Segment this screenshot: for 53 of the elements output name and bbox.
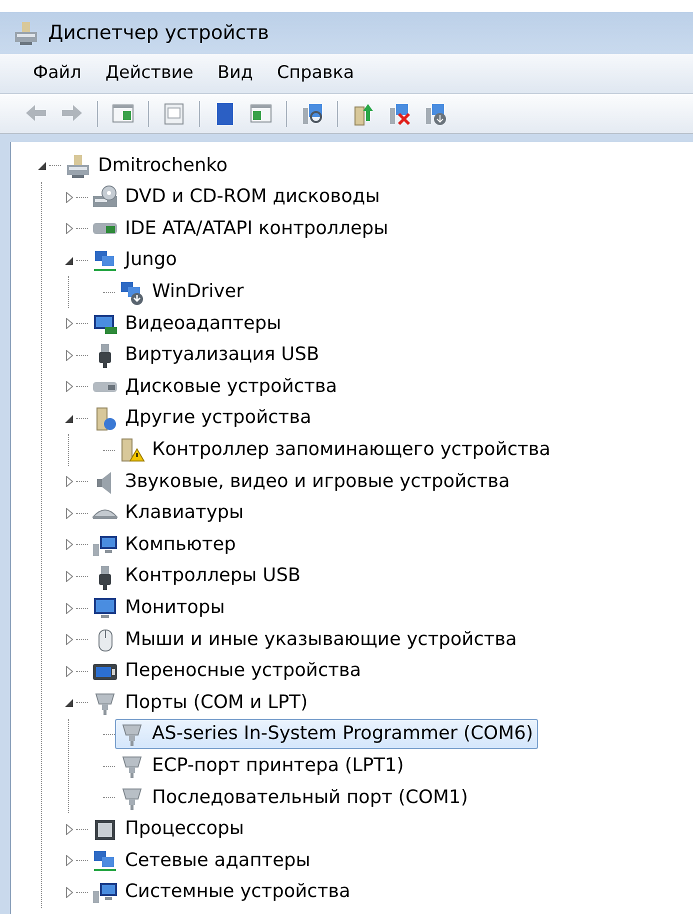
tree-item[interactable]: DVD и CD-ROM дисководы <box>88 182 385 212</box>
expand-arrow-icon[interactable] <box>66 508 72 519</box>
tree-item[interactable]: Системные устройства <box>88 877 356 908</box>
expand-arrow-icon[interactable] <box>66 886 72 898</box>
tree-item[interactable]: AS-series In-System Programmer (COM6) <box>115 719 538 750</box>
expand-arrow-icon[interactable] <box>66 824 72 835</box>
expand-arrow-icon[interactable] <box>66 192 72 203</box>
tree-item[interactable]: Контроллер запоминающего устройства <box>115 435 556 466</box>
tree-item[interactable]: Компьютер <box>88 530 241 560</box>
tree-item[interactable]: Процессоры <box>88 814 249 844</box>
expand-arrow-icon[interactable] <box>66 476 72 488</box>
tree-item[interactable]: Контроллеры USB <box>88 562 306 592</box>
expand-arrow-icon[interactable] <box>66 350 72 361</box>
expand-arrow-icon[interactable] <box>66 381 72 392</box>
tree-item[interactable]: Порты (COM и LPT) <box>88 688 313 718</box>
tree-item[interactable]: Dmitrochenko <box>61 150 233 181</box>
menu-item[interactable]: Вид <box>208 56 262 91</box>
collapse-arrow-icon[interactable] <box>65 256 73 265</box>
collapse-arrow-icon[interactable] <box>65 414 73 423</box>
computer-icon <box>64 152 92 179</box>
tree-item[interactable]: ECP-порт принтера (LPT1) <box>115 751 409 782</box>
tree-item[interactable]: Виртуализация USB <box>88 340 324 370</box>
expand-arrow-icon[interactable] <box>66 634 72 646</box>
tree-item[interactable]: Клавиатуры <box>88 498 249 528</box>
collapse-arrow-icon[interactable] <box>38 162 46 170</box>
collapse-arrow-icon[interactable] <box>65 698 73 707</box>
menu-item[interactable]: Справка <box>268 56 364 91</box>
tree-item[interactable]: Мониторы <box>88 593 230 624</box>
computer-icon <box>12 20 40 46</box>
expand-arrow-icon[interactable] <box>66 666 72 677</box>
menu-item[interactable]: Действие <box>96 56 202 91</box>
tree-item[interactable]: Последовательный порт (COM1) <box>115 782 473 813</box>
tree-item[interactable]: Jungo <box>88 246 182 276</box>
tree-item[interactable]: Сетевые адаптеры <box>88 846 316 876</box>
expand-arrow-icon[interactable] <box>66 602 72 614</box>
window-title: Диспетчер устройств <box>48 20 270 46</box>
expand-arrow-icon[interactable] <box>66 539 72 550</box>
tree-item[interactable]: IDE ATA/ATAPI контроллеры <box>88 214 394 244</box>
tree-item[interactable]: WinDriver <box>115 277 249 308</box>
expand-arrow-icon[interactable] <box>66 223 72 234</box>
expand-arrow-icon[interactable] <box>66 855 72 866</box>
tree-item[interactable]: Видеоадаптеры <box>88 308 286 339</box>
driver-icon <box>118 279 146 306</box>
disk-drive-icon <box>91 380 119 394</box>
tree-item[interactable]: Звуковые, видео и игровые устройства <box>88 466 515 497</box>
tree-item[interactable]: Переносные устройства <box>88 656 366 686</box>
menu-item[interactable]: Файл <box>24 56 90 91</box>
expand-arrow-icon[interactable] <box>66 571 72 582</box>
tree-item[interactable]: Мыши и иные указывающие устройства <box>88 624 522 655</box>
tree-item[interactable]: Дисковые устройства <box>88 372 342 402</box>
expand-arrow-icon[interactable] <box>66 318 72 330</box>
tree-item[interactable]: Другие устройства <box>88 404 316 434</box>
drive-icon <box>91 221 119 236</box>
